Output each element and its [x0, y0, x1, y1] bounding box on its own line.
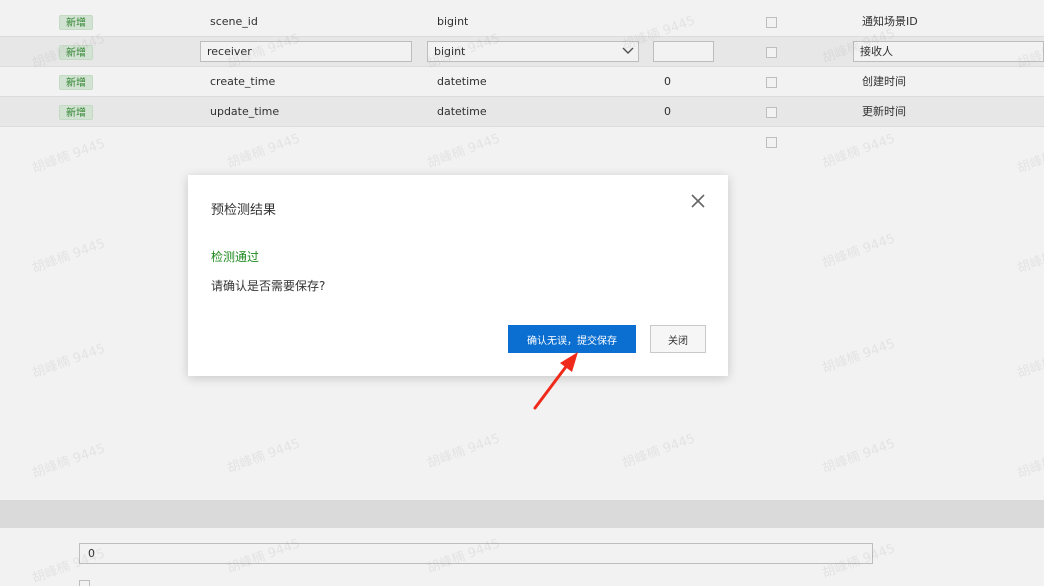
- close-button[interactable]: 关闭: [650, 325, 706, 353]
- confirm-message: 请确认是否需要保存?: [211, 279, 326, 293]
- dialog-title: 预检测结果: [211, 203, 277, 218]
- close-icon[interactable]: [690, 193, 706, 209]
- annotation-arrow-icon: [533, 352, 578, 410]
- precheck-dialog: 预检测结果 检测通过 请确认是否需要保存? 确认无误，提交保存 关闭: [188, 175, 728, 376]
- confirm-save-button[interactable]: 确认无误，提交保存: [508, 325, 636, 353]
- check-status: 检测通过: [211, 250, 260, 264]
